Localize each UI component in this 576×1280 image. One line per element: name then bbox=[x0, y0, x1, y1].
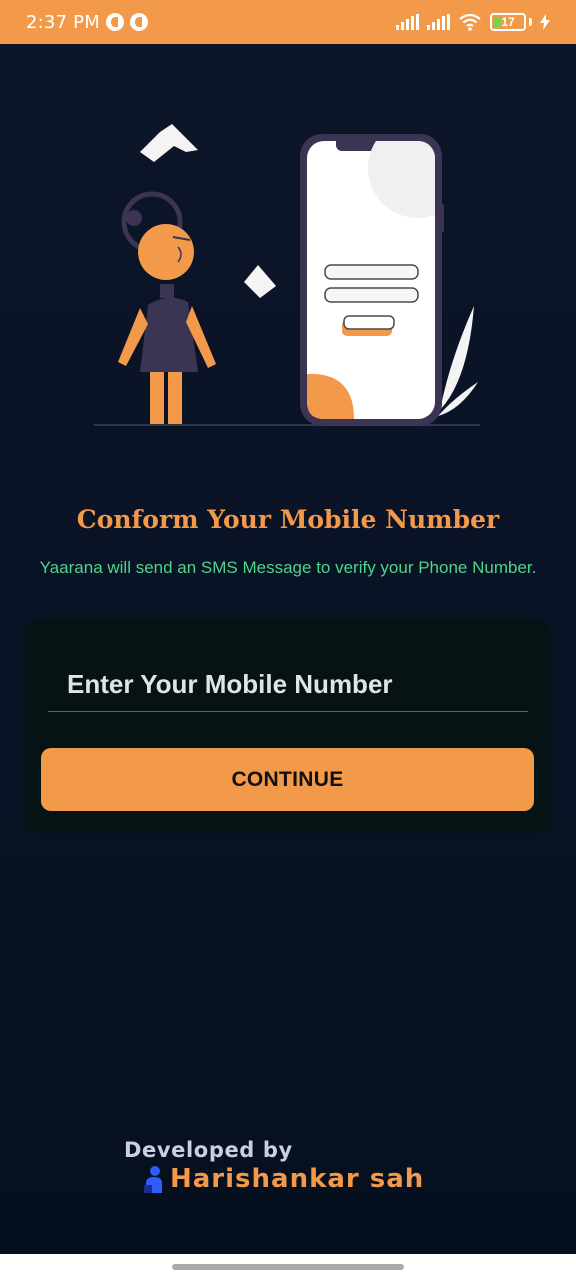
developed-by-label: Developed by bbox=[124, 1138, 293, 1162]
navigation-bar bbox=[0, 1254, 576, 1280]
battery-body: 17 bbox=[490, 13, 526, 31]
charging-icon bbox=[540, 14, 550, 30]
notification-icon bbox=[105, 13, 124, 31]
status-right: 17 bbox=[396, 13, 550, 31]
signal-icon bbox=[427, 14, 450, 30]
battery-level: 17 bbox=[501, 15, 515, 29]
notification-icon bbox=[129, 13, 148, 31]
page-subtitle: Yaarana will send an SMS Message to veri… bbox=[39, 558, 537, 577]
home-indicator[interactable] bbox=[172, 1264, 404, 1270]
signal-icon bbox=[396, 14, 419, 30]
mobile-number-input[interactable] bbox=[48, 658, 528, 712]
developer-name: Harishankar sah bbox=[170, 1164, 425, 1194]
status-time: 2:37 PM bbox=[26, 11, 100, 33]
status-left: 2:37 PM bbox=[26, 12, 148, 33]
continue-button[interactable]: CONTINUE bbox=[41, 748, 534, 811]
developer-credits: Developed by Harishankar sah bbox=[124, 1138, 464, 1198]
page-title: Conform Your Mobile Number bbox=[76, 505, 500, 534]
developer-row: Harishankar sah bbox=[142, 1164, 424, 1194]
status-bar: 2:37 PM 17 bbox=[0, 0, 576, 44]
battery-icon: 17 bbox=[490, 13, 532, 31]
phone-login-illustration bbox=[94, 124, 480, 426]
wifi-icon bbox=[459, 13, 481, 31]
person-icon bbox=[144, 1166, 162, 1193]
verify-card: CONTINUE bbox=[24, 618, 551, 833]
